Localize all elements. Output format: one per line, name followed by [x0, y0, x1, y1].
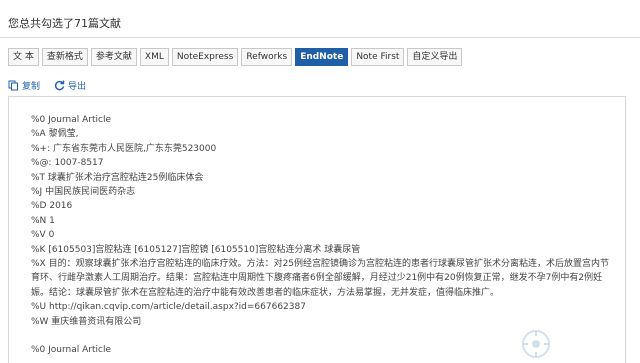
export-format-tabs: 文 本 查新格式 参考文献 XML NoteExpress Refworks E… — [8, 48, 463, 66]
tab-refworks[interactable]: Refworks — [241, 48, 293, 66]
tab-notefirst[interactable]: Note First — [351, 48, 405, 66]
header-bar: 您总共勾选了71篇文献 — [0, 0, 640, 38]
export-button[interactable]: 导出 — [54, 79, 86, 92]
copy-label: 复制 — [22, 81, 41, 92]
tab-text[interactable]: 文 本 — [8, 48, 39, 66]
copy-icon — [8, 80, 19, 91]
tab-xml[interactable]: XML — [139, 48, 169, 66]
keywords-line: %K [6105503]宫腔粘连 [6105127]宫腔镜 [6105510]宫… — [31, 244, 361, 255]
action-bar: 复制 导出 — [8, 78, 86, 92]
tab-novelty-search-format[interactable]: 查新格式 — [41, 48, 88, 66]
issue-line: %N 1 — [31, 215, 55, 226]
watermark-logo-icon — [522, 330, 550, 358]
url-line: %U http://qikan.cqvip.com/article/detail… — [31, 302, 306, 313]
copy-button[interactable]: 复制 — [8, 79, 40, 92]
citation-text-area[interactable]: %0 Journal Article %A 黎佩莹, %+: 广东省东莞市人民医… — [8, 96, 626, 363]
journal-line: %J 中国民族民间医药杂志 — [31, 187, 136, 198]
abstract-line: %X 目的：观察球囊扩张术治疗宫腔粘连的临床疗效。方法：对25例经宫腔镜确诊为宫… — [31, 259, 610, 298]
affiliation-line: %+: 广东省东莞市人民医院,广东东莞523000 — [31, 143, 217, 154]
tab-custom-export[interactable]: 自定义导出 — [407, 48, 463, 66]
record-type-line: %0 Journal Article — [31, 115, 111, 125]
citation-lines: %0 Journal Article %A 黎佩莹, %+: 广东省东莞市人民医… — [31, 113, 611, 358]
selection-count-title: 您总共勾选了71篇文献 — [8, 17, 121, 30]
site-watermark — [520, 327, 630, 361]
export-label: 导出 — [68, 81, 87, 92]
export-icon — [54, 80, 65, 91]
date-line: %D 2016 — [31, 201, 73, 212]
volume-line: %V 0 — [31, 230, 55, 241]
title-line: %T 球囊扩张术治疗宫腔粘连25例临床体会 — [31, 172, 204, 183]
tab-references[interactable]: 参考文献 — [90, 48, 137, 66]
author-line: %A 黎佩莹, — [31, 129, 79, 140]
tab-noteexpress[interactable]: NoteExpress — [171, 48, 239, 66]
tab-endnote[interactable]: EndNote — [295, 48, 349, 66]
issn-line: %@: 1007-8517 — [31, 158, 104, 169]
